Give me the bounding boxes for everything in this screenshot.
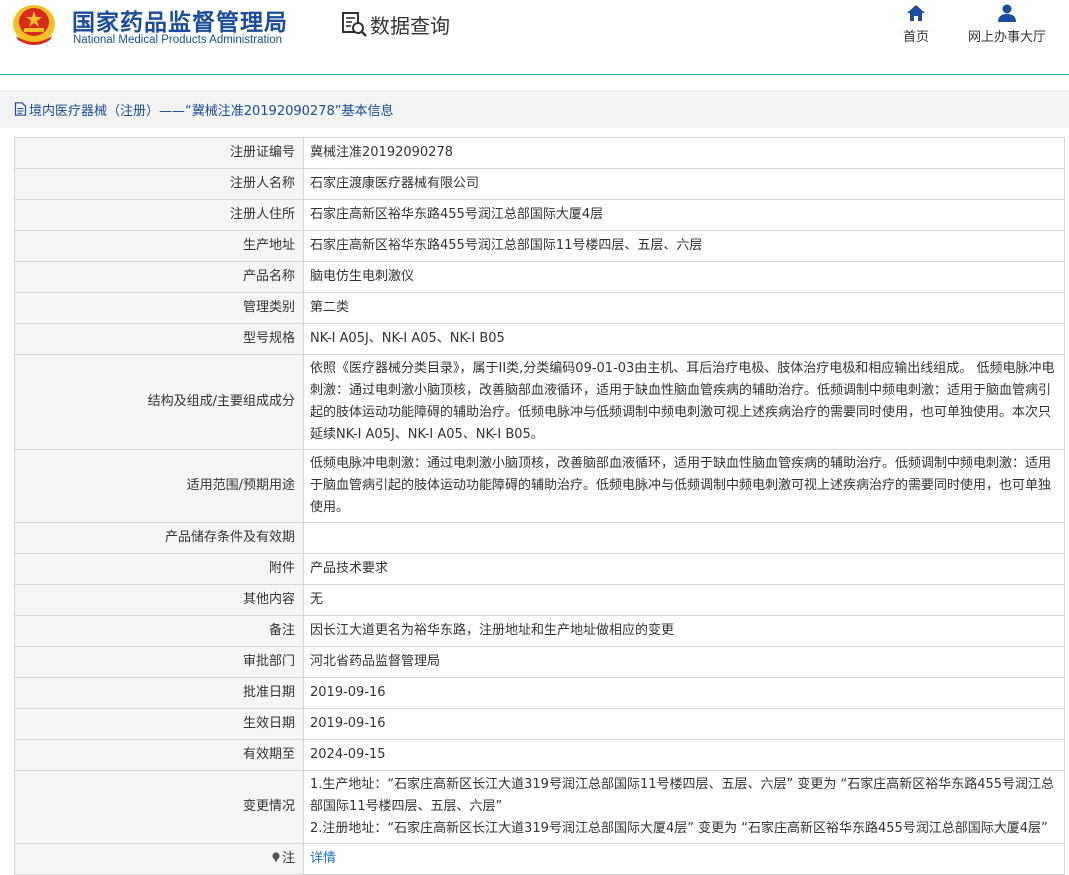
table-row: 备注 因长江大道更名为裕华东路，注册地址和生产地址做相应的变更 <box>14 615 1065 647</box>
row-value: 第二类 <box>303 292 1065 324</box>
table-row: 产品储存条件及有效期 <box>14 522 1065 554</box>
table-row: 其他内容 无 <box>14 584 1065 616</box>
row-label: 审批部门 <box>14 646 304 678</box>
table-row: 附件 产品技术要求 <box>14 553 1065 585</box>
pin-icon <box>272 852 280 863</box>
home-icon <box>907 5 925 21</box>
row-label: 注册人名称 <box>14 168 304 200</box>
row-value: 低频电脉冲电刺激：通过电刺激小脑顶核，改善脑部血液循环，适用于缺血性脑血管疾病的… <box>303 449 1065 523</box>
row-value: 依照《医疗器械分类目录》，属于II类,分类编码09-01-03由主机、耳后治疗电… <box>303 354 1065 450</box>
table-row: 生效日期 2019-09-16 <box>14 708 1065 740</box>
row-label: 有效期至 <box>14 739 304 771</box>
info-table: 注册证编号 冀械注准20192090278 注册人名称 石家庄渡康医疗器械有限公… <box>14 137 1065 875</box>
table-row: 注册人住所 石家庄高新区裕华东路455号润江总部国际大厦4层 <box>14 199 1065 231</box>
breadcrumb-text: 境内医疗器械（注册）——“冀械注准20192090278”基本信息 <box>29 103 394 119</box>
nav-online-hall[interactable]: 网上办事大厅 <box>962 4 1052 45</box>
document-search-icon <box>342 12 367 37</box>
row-label: 适用范围/预期用途 <box>14 449 304 523</box>
table-row: 结构及组成/主要组成成分 依照《医疗器械分类目录》，属于II类,分类编码09-0… <box>14 354 1065 450</box>
row-label: 备注 <box>14 615 304 647</box>
breadcrumb: 境内医疗器械（注册）——“冀械注准20192090278”基本信息 <box>0 90 1069 128</box>
note-label-cell: 注 <box>14 843 304 875</box>
table-row: 产品名称 脑电仿生电刺激仪 <box>14 261 1065 293</box>
row-label: 批准日期 <box>14 677 304 709</box>
row-value: 2024-09-15 <box>303 739 1065 771</box>
row-label: 注册人住所 <box>14 199 304 231</box>
nav-home-label: 首页 <box>902 30 929 45</box>
table-row: 审批部门 河北省药品监督管理局 <box>14 646 1065 678</box>
row-value: 脑电仿生电刺激仪 <box>303 261 1065 293</box>
row-label: 管理类别 <box>14 292 304 324</box>
row-label: 型号规格 <box>14 323 304 355</box>
change-line-2: 2.注册地址：“石家庄高新区长江大道319号润江总部国际大厦4层” 变更为 “石… <box>310 821 1048 836</box>
row-value: 因长江大道更名为裕华东路，注册地址和生产地址做相应的变更 <box>303 615 1065 647</box>
table-row-note: 注 详情 <box>14 843 1065 875</box>
row-label: 结构及组成/主要组成成分 <box>14 354 304 450</box>
nav-online-hall-label: 网上办事大厅 <box>967 30 1046 45</box>
row-value: 石家庄渡康医疗器械有限公司 <box>303 168 1065 200</box>
row-value: 冀械注准20192090278 <box>303 137 1065 169</box>
change-label: 变更情况 <box>14 770 304 844</box>
table-row: 注册人名称 石家庄渡康医疗器械有限公司 <box>14 168 1065 200</box>
data-query-label: 数据查询 <box>370 13 450 38</box>
table-row: 型号规格 NK-I A05J、NK-I A05、NK-I B05 <box>14 323 1065 355</box>
data-query-title[interactable]: 数据查询 <box>340 10 450 38</box>
document-icon <box>14 102 27 116</box>
row-value: 无 <box>303 584 1065 616</box>
row-label: 生效日期 <box>14 708 304 740</box>
note-value: 详情 <box>303 843 1065 875</box>
change-line-1: 1.生产地址：“石家庄高新区长江大道319号润江总部国际11号楼四层、五层、六层… <box>310 777 1055 814</box>
row-label: 生产地址 <box>14 230 304 262</box>
nav-home[interactable]: 首页 <box>896 4 936 45</box>
row-value: 石家庄高新区裕华东路455号润江总部国际11号楼四层、五层、六层 <box>303 230 1065 262</box>
row-value: 2019-09-16 <box>303 677 1065 709</box>
user-icon <box>998 4 1016 22</box>
table-row: 有效期至 2024-09-15 <box>14 739 1065 771</box>
details-link[interactable]: 详情 <box>310 851 336 866</box>
site-header: 国家药品监督管理局 National Medical Products Admi… <box>0 0 1069 75</box>
row-value: NK-I A05J、NK-I A05、NK-I B05 <box>303 323 1065 355</box>
table-row-change: 变更情况 1.生产地址：“石家庄高新区长江大道319号润江总部国际11号楼四层、… <box>14 770 1065 844</box>
row-value: 石家庄高新区裕华东路455号润江总部国际大厦4层 <box>303 199 1065 231</box>
table-row: 管理类别 第二类 <box>14 292 1065 324</box>
row-label: 其他内容 <box>14 584 304 616</box>
row-label: 附件 <box>14 553 304 585</box>
national-emblem-icon <box>13 5 55 45</box>
table-row: 批准日期 2019-09-16 <box>14 677 1065 709</box>
row-label: 产品名称 <box>14 261 304 293</box>
row-value: 河北省药品监督管理局 <box>303 646 1065 678</box>
org-name-cn: 国家药品监督管理局 <box>72 9 288 36</box>
table-row: 适用范围/预期用途 低频电脉冲电刺激：通过电刺激小脑顶核，改善脑部血液循环，适用… <box>14 449 1065 523</box>
change-value: 1.生产地址：“石家庄高新区长江大道319号润江总部国际11号楼四层、五层、六层… <box>303 770 1065 844</box>
org-name-en: National Medical Products Administration <box>73 34 283 46</box>
table-row: 生产地址 石家庄高新区裕华东路455号润江总部国际11号楼四层、五层、六层 <box>14 230 1065 262</box>
table-row: 注册证编号 冀械注准20192090278 <box>14 137 1065 169</box>
row-label: 产品储存条件及有效期 <box>14 522 304 554</box>
note-label: 注 <box>281 851 295 866</box>
row-value: 2019-09-16 <box>303 708 1065 740</box>
row-value <box>303 522 1065 554</box>
row-value: 产品技术要求 <box>303 553 1065 585</box>
row-label: 注册证编号 <box>14 137 304 169</box>
